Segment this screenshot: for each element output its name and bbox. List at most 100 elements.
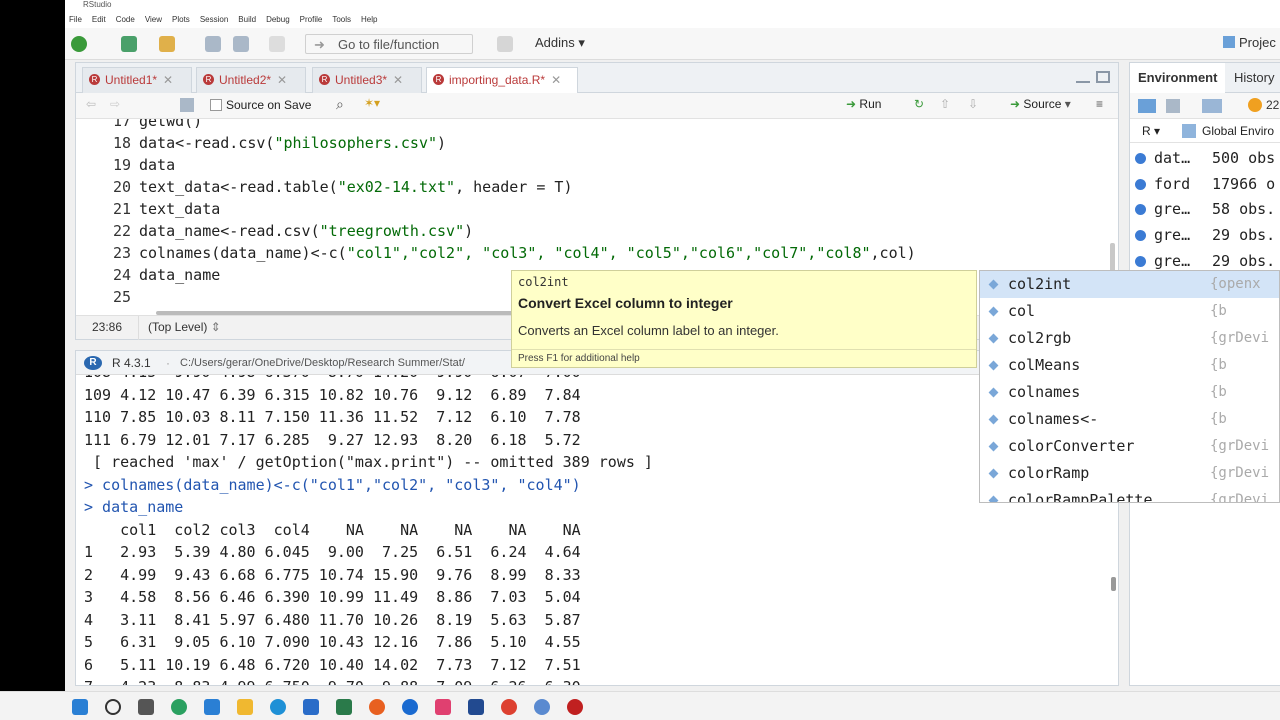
back-arrow-icon[interactable]: ⇦ bbox=[86, 97, 96, 111]
save-all-icon[interactable] bbox=[233, 36, 249, 52]
language-selector[interactable]: R ▾ bbox=[1142, 119, 1160, 143]
env-object-row[interactable]: dat… 500 obs bbox=[1130, 145, 1280, 171]
search-icon[interactable]: ⌕ bbox=[336, 96, 344, 113]
code-string: "philosophers.csv" bbox=[274, 134, 438, 152]
widgets-icon[interactable] bbox=[171, 699, 187, 715]
new-project-icon[interactable] bbox=[121, 36, 137, 52]
completion-item[interactable]: colnames<- {b bbox=[980, 406, 1279, 433]
completion-item[interactable]: colMeans {b bbox=[980, 352, 1279, 379]
menu-item[interactable]: Debug bbox=[266, 15, 290, 24]
save-icon[interactable] bbox=[205, 36, 221, 52]
open-file-icon[interactable] bbox=[159, 36, 175, 52]
minimize-pane-icon[interactable] bbox=[1076, 73, 1090, 83]
divider-dot: · bbox=[166, 356, 170, 370]
scope-selector[interactable]: (Top Level) ⇕ bbox=[148, 320, 221, 334]
completion-item[interactable]: colnames {b bbox=[980, 379, 1279, 406]
env-object-row[interactable]: gre… 29 obs. bbox=[1130, 222, 1280, 248]
console-line: > colnames(data_name)<-c("col1","col2", … bbox=[84, 475, 581, 494]
console-line: 3 4.58 8.56 6.46 6.390 10.99 11.49 8.86 … bbox=[84, 588, 581, 606]
load-workspace-icon[interactable] bbox=[1138, 99, 1156, 113]
app-icon[interactable] bbox=[468, 699, 484, 715]
console-scrollbar[interactable] bbox=[1111, 577, 1116, 591]
tab-untitled3[interactable]: R Untitled3* ✕ bbox=[312, 67, 422, 93]
menu-item[interactable]: Code bbox=[116, 15, 135, 24]
app-icon[interactable] bbox=[402, 699, 418, 715]
save-file-icon[interactable] bbox=[180, 98, 194, 112]
save-workspace-icon[interactable] bbox=[1166, 99, 1180, 113]
print-icon[interactable] bbox=[269, 36, 285, 52]
app-icon[interactable] bbox=[567, 699, 583, 715]
code-text: ) bbox=[464, 222, 474, 240]
store-icon[interactable] bbox=[204, 699, 220, 715]
menu-item[interactable]: Plots bbox=[172, 15, 190, 24]
memory-usage-icon bbox=[1248, 98, 1262, 112]
env-object-row[interactable]: ford 17966 o bbox=[1130, 171, 1280, 197]
rerun-icon[interactable]: ↻ bbox=[914, 97, 924, 111]
task-view-icon[interactable] bbox=[138, 699, 154, 715]
rstudio-icon[interactable] bbox=[534, 699, 550, 715]
tab-history[interactable]: History bbox=[1226, 63, 1280, 93]
environment-scope[interactable]: Global Enviro bbox=[1202, 119, 1274, 143]
go-to-file-input[interactable]: ➜ Go to file/function bbox=[305, 34, 473, 54]
expand-arrow-icon[interactable] bbox=[1135, 153, 1146, 164]
forward-arrow-icon[interactable]: ⇨ bbox=[110, 97, 120, 111]
menu-item[interactable]: Profile bbox=[300, 15, 323, 24]
addins-menu[interactable]: Addins ▾ bbox=[535, 35, 585, 51]
menu-item[interactable]: File bbox=[69, 15, 82, 24]
tab-untitled1[interactable]: R Untitled1* ✕ bbox=[82, 67, 192, 93]
menu-item[interactable]: Edit bbox=[92, 15, 106, 24]
new-file-icon[interactable] bbox=[71, 36, 87, 52]
outlook-icon[interactable] bbox=[303, 699, 319, 715]
completion-item[interactable]: colorConverter {grDevi bbox=[980, 433, 1279, 460]
search-icon[interactable] bbox=[105, 699, 121, 715]
menu-item[interactable]: Tools bbox=[332, 15, 351, 24]
up-arrow-icon[interactable]: ⇧ bbox=[940, 97, 950, 111]
completion-list[interactable]: col2int {openx col {b col2rgb {grDevi colMeans… bbox=[979, 270, 1280, 503]
object-name: ford bbox=[1154, 174, 1191, 193]
menu-item[interactable]: Help bbox=[361, 15, 377, 24]
close-icon[interactable]: ✕ bbox=[393, 73, 403, 87]
menu-item[interactable]: Build bbox=[238, 15, 256, 24]
import-dataset-icon[interactable] bbox=[1202, 99, 1222, 113]
close-icon[interactable]: ✕ bbox=[551, 73, 561, 87]
magic-wand-icon[interactable]: ✶▾ bbox=[364, 96, 380, 110]
outline-menu-icon[interactable]: ≡ bbox=[1096, 97, 1103, 111]
down-arrow-icon[interactable]: ⇩ bbox=[968, 97, 978, 111]
menu-item[interactable]: Session bbox=[200, 15, 228, 24]
menu-item[interactable]: View bbox=[145, 15, 162, 24]
tab-environment[interactable]: Environment bbox=[1130, 63, 1226, 93]
completion-item[interactable]: colorRamp {grDevi bbox=[980, 460, 1279, 487]
tooltip-function-name: col2int bbox=[518, 275, 569, 289]
slack-icon[interactable] bbox=[435, 699, 451, 715]
close-icon[interactable]: ✕ bbox=[277, 73, 287, 87]
completion-item[interactable]: col {b bbox=[980, 298, 1279, 325]
windows-start-icon[interactable] bbox=[72, 699, 88, 715]
console-line: 109 4.12 10.47 6.39 6.315 10.82 10.76 9.… bbox=[84, 385, 581, 404]
expand-arrow-icon[interactable] bbox=[1135, 255, 1146, 267]
source-on-save-checkbox[interactable] bbox=[210, 99, 222, 111]
tab-untitled2[interactable]: R Untitled2* ✕ bbox=[196, 67, 306, 93]
chrome-icon[interactable] bbox=[501, 699, 517, 715]
tab-importing-data[interactable]: Rimporting_data.R* ✕ bbox=[426, 67, 578, 94]
maximize-pane-icon[interactable] bbox=[1096, 71, 1110, 83]
expand-arrow-icon[interactable] bbox=[1135, 204, 1146, 216]
file-explorer-icon[interactable] bbox=[237, 699, 253, 715]
working-directory[interactable]: C:/Users/gerar/OneDrive/Desktop/Research… bbox=[180, 351, 465, 375]
close-icon[interactable]: ✕ bbox=[163, 73, 173, 87]
code-string: "ex02-14.txt" bbox=[337, 178, 456, 196]
app-icon[interactable] bbox=[336, 699, 352, 715]
firefox-icon[interactable] bbox=[369, 699, 385, 715]
line-number: 21 bbox=[112, 200, 131, 218]
env-object-row[interactable]: gre… 58 obs. bbox=[1130, 196, 1280, 222]
completion-item[interactable]: colorRampPalette {grDevi bbox=[980, 487, 1279, 502]
run-button[interactable]: ➜ Run bbox=[846, 97, 881, 111]
source-button[interactable]: ➜ Source ▾ bbox=[1010, 97, 1071, 111]
completion-item[interactable]: col2rgb {grDevi bbox=[980, 325, 1279, 352]
console-output[interactable]: 108 4.15 9.90 4.98 6.370 8.70 14.20 9.90… bbox=[76, 375, 1106, 685]
expand-arrow-icon[interactable] bbox=[1135, 178, 1146, 190]
expand-arrow-icon[interactable] bbox=[1135, 230, 1146, 242]
edge-icon[interactable] bbox=[270, 699, 286, 715]
project-menu[interactable]: Projec bbox=[1223, 35, 1276, 50]
grid-layout-icon[interactable] bbox=[497, 36, 513, 52]
completion-item[interactable]: col2int {openx bbox=[980, 271, 1279, 298]
